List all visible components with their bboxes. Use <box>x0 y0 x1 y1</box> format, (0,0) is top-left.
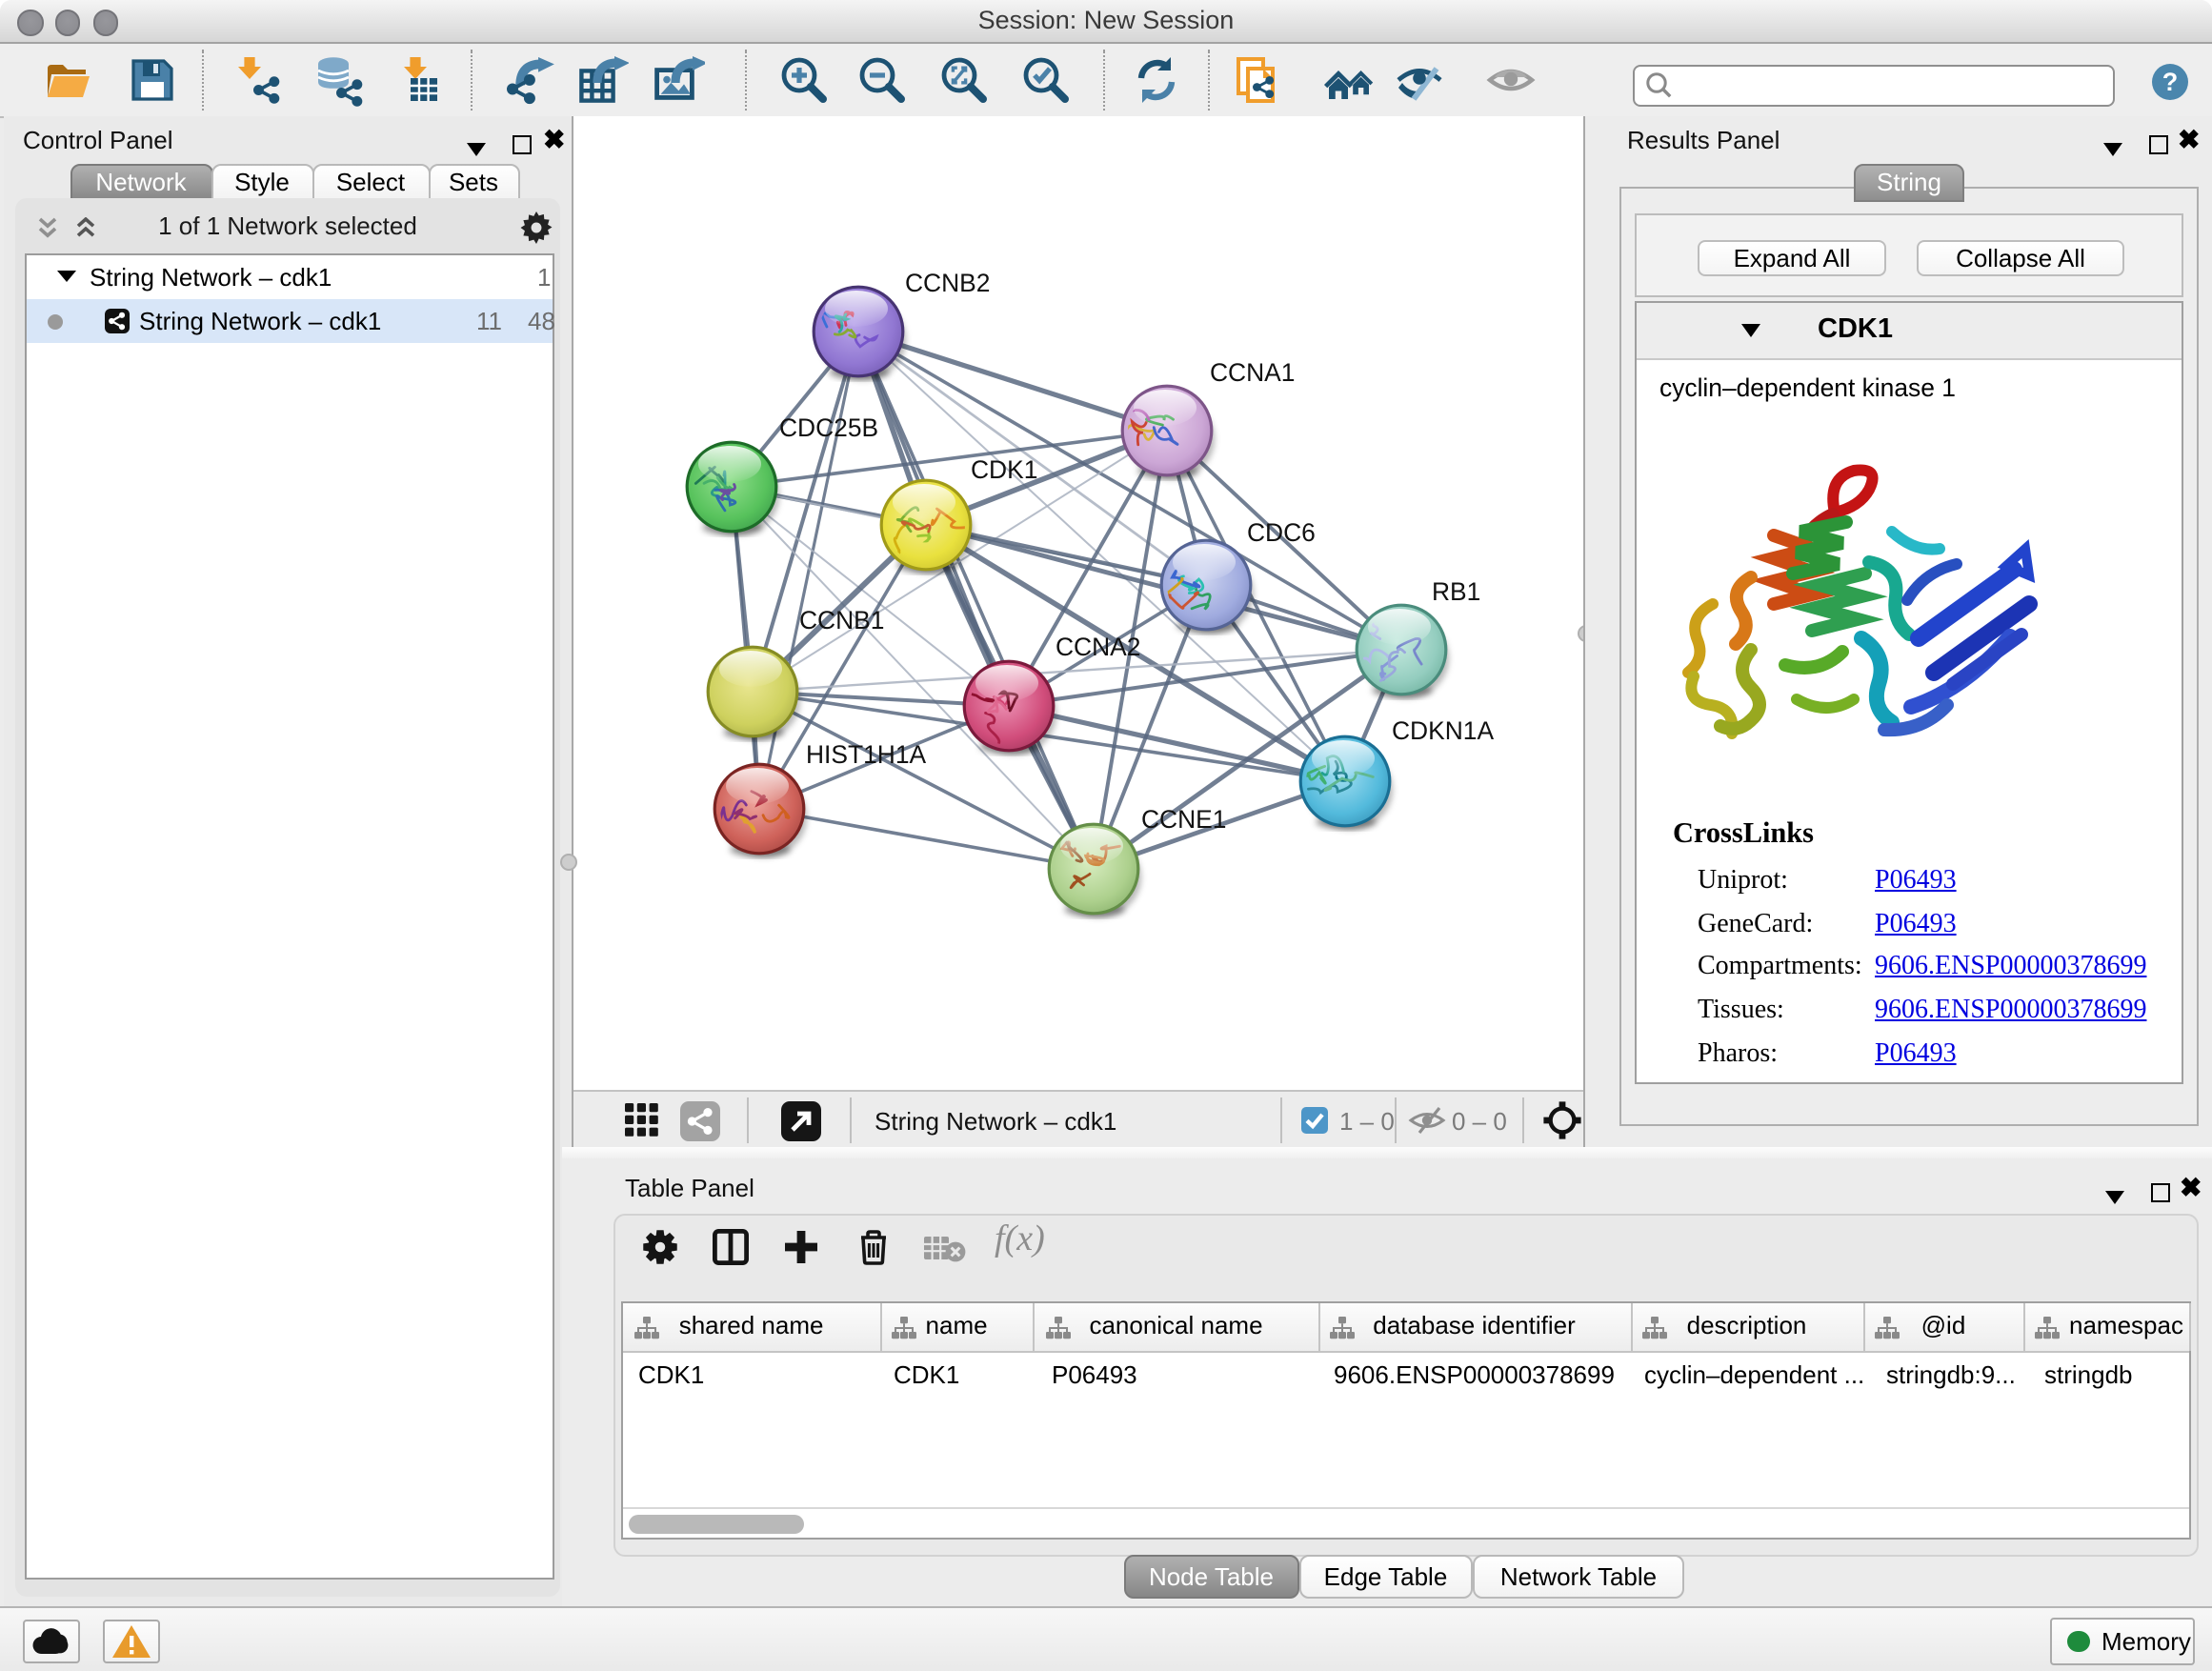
svg-text:CCNB1: CCNB1 <box>799 606 884 634</box>
svg-text:CDK1: CDK1 <box>971 455 1037 484</box>
svg-text:RB1: RB1 <box>1432 577 1480 606</box>
svg-text:CCNA1: CCNA1 <box>1210 358 1295 387</box>
svg-text:CDC25B: CDC25B <box>779 413 878 442</box>
svg-text:CDC6: CDC6 <box>1247 518 1316 547</box>
svg-text:HIST1H1A: HIST1H1A <box>806 740 927 769</box>
svg-text:CCNA2: CCNA2 <box>1056 633 1140 661</box>
svg-text:CCNB2: CCNB2 <box>905 269 990 297</box>
svg-text:CCNE1: CCNE1 <box>1141 805 1226 834</box>
svg-text:?: ? <box>2162 68 2179 96</box>
svg-text:CDKN1A: CDKN1A <box>1392 716 1494 745</box>
